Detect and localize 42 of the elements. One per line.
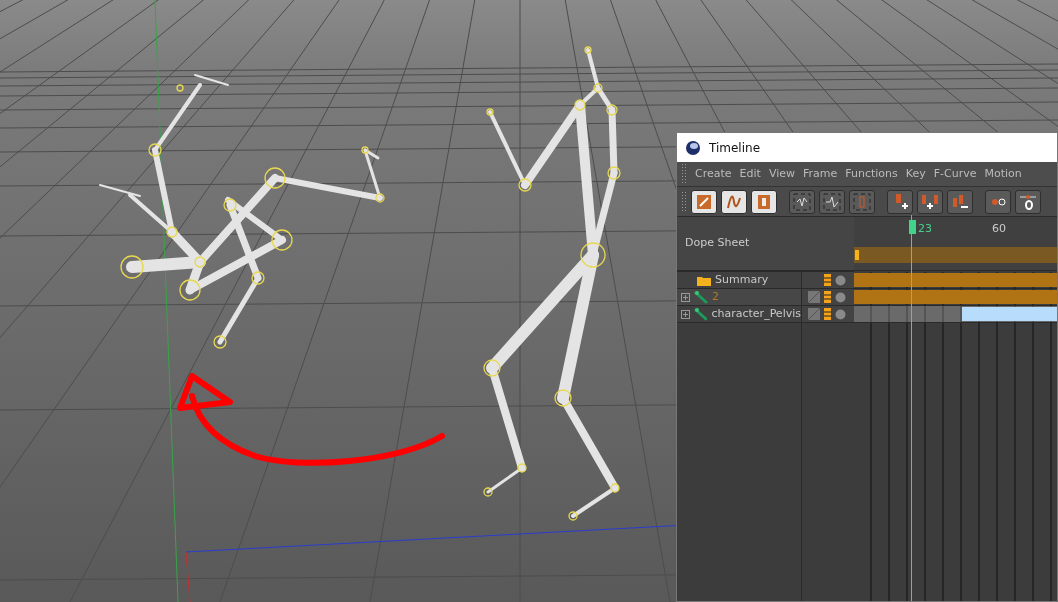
frame-label: 60 (992, 221, 1006, 237)
dashed-frame-button[interactable] (819, 189, 845, 214)
current-frame-label: 23 (918, 221, 932, 237)
visibility-dot-icon[interactable] (835, 274, 846, 286)
menu-item[interactable]: Create (691, 165, 736, 183)
menu-item[interactable]: F-Curve (929, 165, 981, 183)
menu-item[interactable]: Edit (735, 165, 765, 183)
visibility-dot-icon[interactable] (835, 291, 846, 303)
add-keys-button[interactable] (917, 189, 943, 214)
app-logo-icon (685, 139, 701, 156)
menu-item[interactable]: View (764, 165, 799, 183)
zero-angle-button[interactable] (985, 189, 1011, 214)
time-ruler[interactable]: 23 60 (854, 217, 1057, 271)
dashed-frame-icon (822, 191, 842, 212)
folder-icon (697, 274, 711, 286)
z-axis-line (185, 551, 191, 602)
dashed-frame-icon (852, 191, 872, 212)
dashed-frame-icon (792, 191, 812, 212)
panel-title: Dope Sheet (684, 235, 751, 251)
bracket-button[interactable] (751, 189, 777, 214)
key-button[interactable] (691, 189, 717, 214)
dashed-frame-button[interactable] (789, 189, 815, 214)
visibility-dot-icon[interactable] (835, 308, 846, 320)
joint-icon (693, 307, 708, 321)
skeleton-drawing[interactable] (99, 74, 385, 349)
layer-icon[interactable] (824, 274, 831, 286)
menu-item[interactable]: Key (901, 165, 930, 183)
track-name[interactable]: 2 (712, 288, 719, 306)
curve-button[interactable] (721, 189, 747, 214)
window-title: Timeline (709, 139, 761, 157)
skeleton-drawing[interactable] (483, 46, 621, 521)
zero-value-button[interactable] (1015, 189, 1041, 214)
add-key-button[interactable] (887, 189, 913, 214)
layer-icon[interactable] (824, 291, 831, 303)
menu-item[interactable]: Functions (841, 165, 902, 183)
expand-icon[interactable] (681, 309, 690, 319)
expand-icon[interactable] (681, 292, 690, 302)
joint-icon (694, 290, 708, 304)
layer-icon[interactable] (824, 308, 831, 320)
menu-item[interactable]: Motion (980, 165, 1026, 183)
remove-key-button[interactable] (947, 189, 973, 214)
menu-item[interactable]: Frame (799, 165, 842, 183)
